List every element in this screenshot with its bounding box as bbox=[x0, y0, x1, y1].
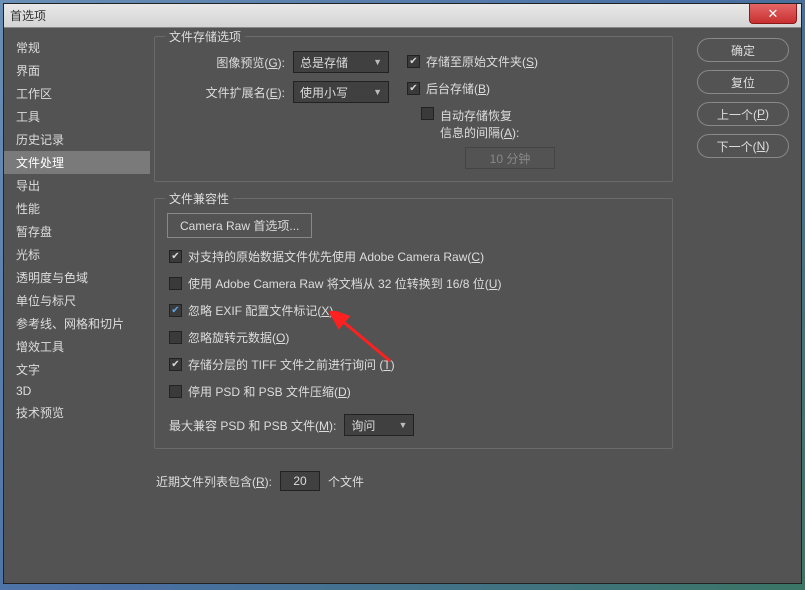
chevron-down-icon: ▼ bbox=[373, 57, 382, 67]
sidebar-item-1[interactable]: 界面 bbox=[4, 59, 150, 82]
recent-files-label: 近期文件列表包含(R): bbox=[156, 473, 272, 490]
auto-save-group: 自动存储恢复 信息的间隔(A): 10 分钟 bbox=[421, 107, 555, 169]
prefer-acr-checkbox[interactable]: ✔ 对支持的原始数据文件优先使用 Adobe Camera Raw(C) bbox=[169, 248, 660, 265]
sidebar: 常规界面工作区工具历史记录文件处理导出性能暂存盘光标透明度与色域单位与标尺参考线… bbox=[4, 28, 150, 583]
checkbox-checked-icon: ✔ bbox=[169, 250, 182, 263]
next-button[interactable]: 下一个(N) bbox=[697, 134, 789, 158]
file-extension-select[interactable]: 使用小写▼ bbox=[293, 81, 389, 103]
sidebar-item-5[interactable]: 文件处理 bbox=[4, 151, 150, 174]
checkbox-unchecked-icon bbox=[169, 331, 182, 344]
sidebar-item-4[interactable]: 历史记录 bbox=[4, 128, 150, 151]
camera-raw-prefs-button[interactable]: Camera Raw 首选项... bbox=[167, 213, 312, 238]
max-compat-label: 最大兼容 PSD 和 PSB 文件(M): bbox=[169, 417, 336, 434]
file-saving-fieldset: 文件存储选项 图像预览(G): 总是存储▼ 文件扩展名(E): 使用小写 bbox=[154, 36, 673, 182]
sidebar-item-9[interactable]: 光标 bbox=[4, 243, 150, 266]
close-icon: ✕ bbox=[768, 6, 779, 22]
background-save-checkbox[interactable]: ✔ 后台存储(B) bbox=[407, 80, 555, 97]
sidebar-item-6[interactable]: 导出 bbox=[4, 174, 150, 197]
chevron-down-icon: ▼ bbox=[398, 420, 407, 430]
disable-psd-compress-checkbox[interactable]: 停用 PSD 和 PSB 文件压缩(D) bbox=[169, 383, 660, 400]
main-panel: 确定 复位 上一个(P) 下一个(N) 文件存储选项 图像预览(G): 总是存储… bbox=[150, 28, 801, 583]
checkbox-checked-icon: ✔ bbox=[169, 304, 182, 317]
right-buttons: 确定 复位 上一个(P) 下一个(N) bbox=[697, 38, 789, 158]
cancel-button[interactable]: 复位 bbox=[697, 70, 789, 94]
recent-files-suffix: 个文件 bbox=[328, 473, 364, 490]
save-original-checkbox[interactable]: ✔ 存储至原始文件夹(S) bbox=[407, 53, 555, 70]
checkbox-checked-icon: ✔ bbox=[169, 358, 182, 371]
sidebar-item-3[interactable]: 工具 bbox=[4, 105, 150, 128]
preferences-window: 首选项 ✕ 常规界面工作区工具历史记录文件处理导出性能暂存盘光标透明度与色域单位… bbox=[3, 3, 802, 584]
sidebar-item-7[interactable]: 性能 bbox=[4, 197, 150, 220]
ask-tiff-checkbox[interactable]: ✔ 存储分层的 TIFF 文件之前进行询问 (T) bbox=[169, 356, 660, 373]
sidebar-item-16[interactable]: 技术预览 bbox=[4, 401, 150, 424]
sidebar-item-13[interactable]: 增效工具 bbox=[4, 335, 150, 358]
sidebar-item-0[interactable]: 常规 bbox=[4, 36, 150, 59]
sidebar-item-12[interactable]: 参考线、网格和切片 bbox=[4, 312, 150, 335]
ignore-rotation-checkbox[interactable]: 忽略旋转元数据(O) bbox=[169, 329, 660, 346]
image-preview-select[interactable]: 总是存储▼ bbox=[293, 51, 389, 73]
sidebar-item-10[interactable]: 透明度与色域 bbox=[4, 266, 150, 289]
checkbox-checked-icon: ✔ bbox=[407, 55, 420, 68]
checkbox-unchecked-icon bbox=[169, 277, 182, 290]
file-extension-label: 文件扩展名(E): bbox=[167, 84, 285, 101]
auto-save-checkbox[interactable]: 自动存储恢复 信息的间隔(A): bbox=[421, 107, 555, 141]
title-bar: 首选项 ✕ bbox=[4, 4, 801, 28]
file-compatibility-fieldset: 文件兼容性 Camera Raw 首选项... ✔ 对支持的原始数据文件优先使用… bbox=[154, 198, 673, 449]
file-compatibility-legend: 文件兼容性 bbox=[165, 190, 233, 207]
image-preview-label: 图像预览(G): bbox=[167, 54, 285, 71]
checkbox-unchecked-icon bbox=[169, 385, 182, 398]
sidebar-item-11[interactable]: 单位与标尺 bbox=[4, 289, 150, 312]
acr-32bit-checkbox[interactable]: 使用 Adobe Camera Raw 将文档从 32 位转换到 16/8 位(… bbox=[169, 275, 660, 292]
recent-files-input[interactable]: 20 bbox=[280, 471, 320, 491]
ignore-exif-checkbox[interactable]: ✔ 忽略 EXIF 配置文件标记(X) bbox=[169, 302, 660, 319]
sidebar-item-2[interactable]: 工作区 bbox=[4, 82, 150, 105]
file-saving-legend: 文件存储选项 bbox=[165, 28, 245, 45]
auto-save-interval-select: 10 分钟 bbox=[465, 147, 555, 169]
recent-files-row: 近期文件列表包含(R): 20 个文件 bbox=[156, 471, 789, 491]
close-button[interactable]: ✕ bbox=[749, 4, 797, 24]
checkbox-checked-icon: ✔ bbox=[407, 82, 420, 95]
checkbox-unchecked-icon bbox=[421, 107, 434, 120]
chevron-down-icon: ▼ bbox=[373, 87, 382, 97]
window-title: 首选项 bbox=[10, 7, 46, 24]
content: 常规界面工作区工具历史记录文件处理导出性能暂存盘光标透明度与色域单位与标尺参考线… bbox=[4, 28, 801, 583]
sidebar-item-15[interactable]: 3D bbox=[4, 381, 150, 401]
prev-button[interactable]: 上一个(P) bbox=[697, 102, 789, 126]
ok-button[interactable]: 确定 bbox=[697, 38, 789, 62]
max-compat-select[interactable]: 询问▼ bbox=[344, 414, 414, 436]
sidebar-item-14[interactable]: 文字 bbox=[4, 358, 150, 381]
sidebar-item-8[interactable]: 暂存盘 bbox=[4, 220, 150, 243]
